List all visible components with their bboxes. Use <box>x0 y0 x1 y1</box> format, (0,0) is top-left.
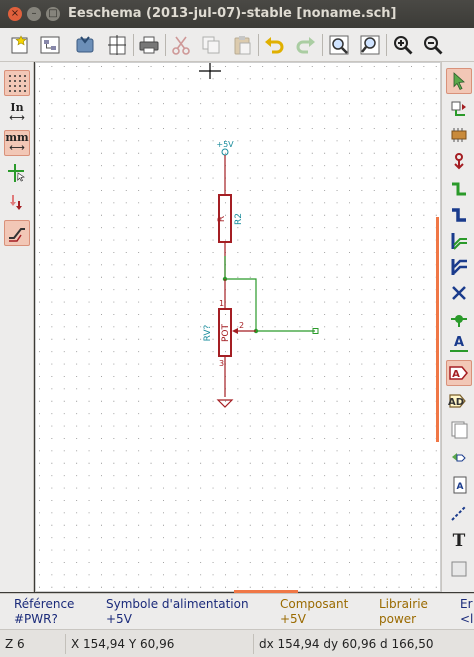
wire-net[interactable] <box>222 256 319 334</box>
relative-coordinates: dx 154,94 dy 60,96 d 166,50 <box>259 637 434 651</box>
potentiometer-rv[interactable]: POT RV? 1 2 3 <box>203 279 256 397</box>
resistor-r2[interactable]: R R2 <box>217 194 244 277</box>
extra-info: Er <l <box>460 597 473 627</box>
import-sheet-pin-icon[interactable] <box>446 444 472 470</box>
zoom-out-icon[interactable] <box>420 32 446 58</box>
select-arrow-icon[interactable] <box>446 68 472 94</box>
add-junction-icon[interactable] <box>446 306 472 332</box>
add-component-icon[interactable] <box>446 122 472 148</box>
power-symbol[interactable]: +5V <box>216 140 234 195</box>
add-power-icon[interactable] <box>446 148 472 174</box>
add-wire-to-bus-entry-icon[interactable] <box>446 228 472 254</box>
pot-reference: RV? <box>203 324 213 341</box>
svg-text:A: A <box>452 369 460 380</box>
bus-wire-orientation-icon[interactable] <box>4 220 30 246</box>
resistor-value: R <box>217 216 227 222</box>
add-text-icon[interactable]: T <box>446 528 472 554</box>
add-net-label-icon[interactable]: A <box>446 332 472 358</box>
grid-toggle-icon[interactable] <box>4 70 30 96</box>
new-sheet-icon[interactable] <box>7 32 33 58</box>
units-inch-button[interactable]: In ⟷ <box>4 100 30 126</box>
page-settings-icon[interactable] <box>104 32 130 58</box>
undo-icon[interactable] <box>261 32 287 58</box>
schematic-canvas[interactable]: +5V R R2 POT RV? 1 2 3 <box>35 62 441 592</box>
svg-text:A: A <box>457 482 464 492</box>
schematic-drawing: +5V R R2 POT RV? 1 2 3 <box>199 63 319 408</box>
add-graphic-line-icon[interactable] <box>446 500 472 526</box>
crosshair-cursor <box>199 63 221 79</box>
component-label: Composant <box>280 597 349 611</box>
add-sheet-pin-icon[interactable]: A <box>446 472 472 498</box>
add-image-icon[interactable] <box>446 556 472 582</box>
component-value: +5V <box>280 612 306 626</box>
extra-value: <l <box>460 612 474 626</box>
ground-symbol[interactable] <box>216 399 234 408</box>
reference-value: #PWR? <box>14 612 58 626</box>
component-info: Composant +5V <box>280 597 348 627</box>
window-title: Eeschema (2013-jul-07)-stable [noname.sc… <box>68 6 397 21</box>
svg-text:AD: AD <box>448 397 464 408</box>
zoom-in-icon[interactable] <box>390 32 416 58</box>
cursor-shape-icon[interactable] <box>4 160 30 186</box>
pot-value: POT <box>221 323 231 342</box>
arrow-both-icon: ⟷ <box>9 141 25 154</box>
main-toolbar <box>0 28 474 62</box>
add-hierarchical-label-icon[interactable]: AD <box>446 388 472 414</box>
vertical-scrollbar[interactable] <box>436 217 439 442</box>
add-hierarchical-sheet-icon[interactable] <box>446 416 472 442</box>
print-icon[interactable] <box>136 32 162 58</box>
close-window-button[interactable]: × <box>8 7 22 21</box>
save-icon[interactable] <box>72 32 98 58</box>
extra-label: Er <box>460 597 473 611</box>
redo-icon[interactable] <box>293 32 319 58</box>
reference-info: Référence #PWR? <box>14 597 74 627</box>
find-replace-icon[interactable] <box>357 32 383 58</box>
library-info: Librairie power <box>379 597 428 627</box>
title-bar: × – □ Eeschema (2013-jul-07)-stable [non… <box>0 0 474 28</box>
hierarchy-navigator-icon[interactable] <box>37 32 63 58</box>
add-global-label-icon[interactable]: A <box>446 360 472 386</box>
units-mm-button[interactable]: mm ⟷ <box>4 130 30 156</box>
power-label: +5V <box>216 140 234 149</box>
arrow-both-icon: ⟷ <box>9 111 25 124</box>
pin-3-number: 3 <box>219 359 224 368</box>
add-bus-to-bus-entry-icon[interactable] <box>446 254 472 280</box>
options-toolbar: In ⟷ mm ⟷ <box>0 62 34 592</box>
symbol-value: +5V <box>106 612 132 626</box>
cut-icon[interactable] <box>168 32 194 58</box>
library-value: power <box>379 612 417 626</box>
find-icon[interactable] <box>326 32 352 58</box>
pin-1-number: 1 <box>219 299 224 308</box>
symbol-label: Symbole d'alimentation <box>106 597 249 611</box>
component-info-panel: Référence #PWR? Symbole d'alimentation +… <box>0 593 474 629</box>
absolute-coordinates: X 154,94 Y 60,96 <box>66 634 254 654</box>
maximize-window-button[interactable]: □ <box>46 7 60 21</box>
copy-icon[interactable] <box>198 32 224 58</box>
no-connect-flag-icon[interactable] <box>446 280 472 306</box>
drawing-toolbar: A A AD A T <box>441 62 474 592</box>
minimize-window-button[interactable]: – <box>27 7 41 21</box>
add-bus-icon[interactable] <box>446 202 472 228</box>
reference-label: Référence <box>14 597 75 611</box>
add-wire-icon[interactable] <box>446 176 472 202</box>
library-label: Librairie <box>379 597 428 611</box>
zoom-level: Z 6 <box>0 634 66 654</box>
hidden-pins-icon[interactable] <box>4 190 30 216</box>
resistor-reference: R2 <box>234 213 244 225</box>
status-bar: Z 6 X 154,94 Y 60,96 dx 154,94 dy 60,96 … <box>0 629 474 657</box>
pin-2-number: 2 <box>239 321 244 330</box>
paste-icon[interactable] <box>229 32 255 58</box>
symbol-info: Symbole d'alimentation +5V <box>106 597 249 627</box>
highlight-net-icon[interactable] <box>446 96 472 122</box>
